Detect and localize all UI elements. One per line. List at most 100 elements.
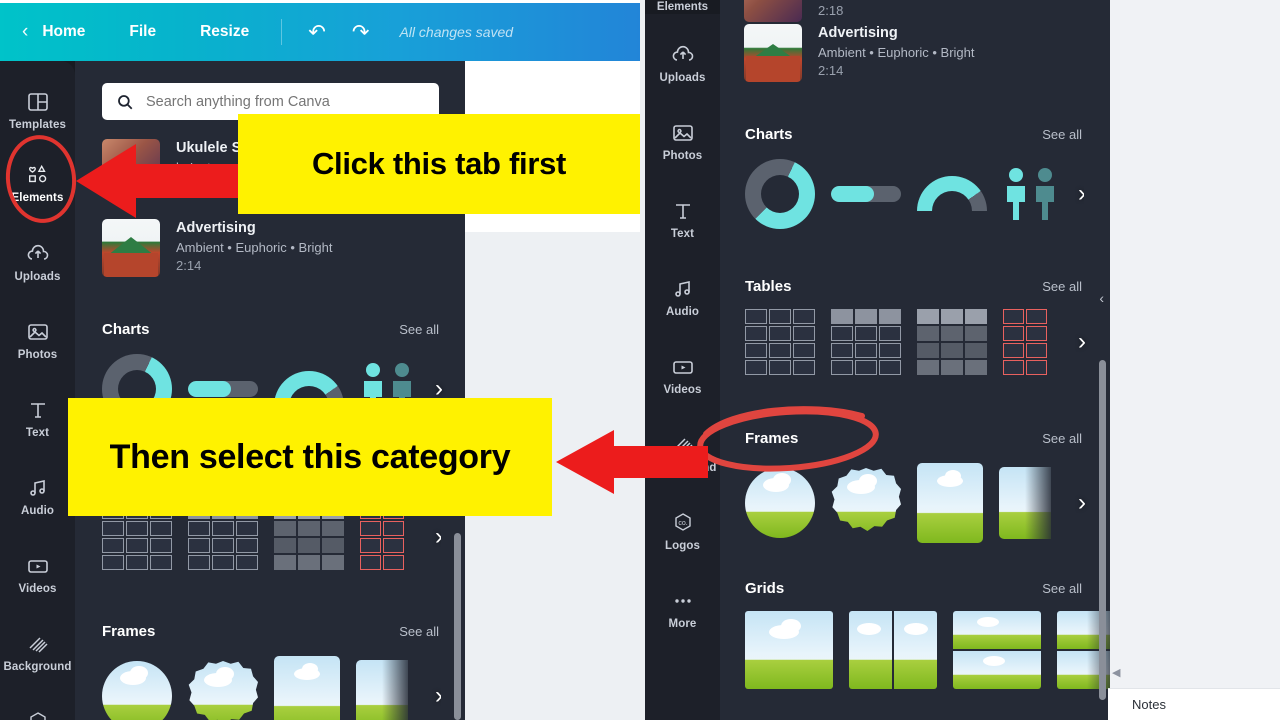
panel-scrollbar[interactable]	[1099, 360, 1106, 700]
sidebar-item-label: Uploads	[659, 72, 706, 84]
audio-duration: 2:14	[176, 258, 202, 273]
callout-then-select-this-category: Then select this category	[68, 398, 552, 516]
redo-icon[interactable]: ↷	[352, 20, 370, 45]
sidebar-item-label: Templates	[9, 119, 66, 131]
callout-text: Click this tab first	[311, 146, 567, 181]
right-sidebar-item-logos[interactable]: co. Logos	[645, 492, 720, 571]
file-menu-button[interactable]: File	[129, 23, 156, 41]
section-frames: Frames See all ›	[102, 623, 443, 720]
chart-thumb-bar[interactable]	[831, 186, 901, 202]
right-sidebar-item-more[interactable]: More	[645, 570, 720, 649]
person-icon	[1036, 168, 1054, 220]
audio-subtitle: Ambient • Euphoric • Bright	[176, 240, 333, 255]
table-thumb[interactable]	[917, 309, 987, 375]
logos-co-icon: co.	[29, 712, 46, 720]
sidebar-item-label: More	[668, 618, 697, 630]
audio-result-row[interactable]: Ukulele S lo Instru 2:18	[744, 0, 883, 22]
table-thumb[interactable]	[831, 309, 901, 375]
right-sidebar-item-uploads[interactable]: Uploads	[645, 24, 720, 103]
videos-play-icon	[27, 560, 48, 573]
chart-thumb-bar[interactable]	[188, 381, 258, 397]
audio-note-icon	[29, 480, 45, 496]
frame-thumb-circle[interactable]	[745, 468, 815, 538]
save-status: All changes saved	[399, 24, 514, 40]
sidebar-item-background[interactable]: Background	[0, 613, 75, 692]
background-hatch-icon	[28, 637, 48, 653]
sidebar-item-videos[interactable]: Videos	[0, 535, 75, 614]
photos-image-icon	[27, 324, 48, 340]
sidebar-item-label: Photos	[17, 349, 58, 361]
grid-thumb-2[interactable]	[849, 611, 937, 689]
sidebar-item-uploads[interactable]: Uploads	[0, 223, 75, 302]
frame-thumb-rect[interactable]	[917, 463, 983, 543]
text-t-icon	[30, 403, 45, 418]
chart-thumb-pictogram[interactable]	[1003, 167, 1058, 221]
panel-scrollbar[interactable]	[454, 533, 461, 720]
templates-icon	[27, 93, 48, 111]
notes-collapse-icon[interactable]: ◀	[1112, 666, 1120, 679]
table-thumb[interactable]	[745, 309, 815, 375]
search-icon	[118, 94, 133, 109]
callout-click-this-tab-first: Click this tab first	[238, 114, 640, 214]
search-input[interactable]	[146, 93, 416, 110]
see-all-link[interactable]: See all	[399, 322, 439, 337]
section-grids: Grids See all	[745, 580, 1110, 689]
svg-text:co.: co.	[678, 520, 687, 527]
audio-result-row[interactable]: Advertising Ambient • Euphoric • Bright …	[102, 219, 333, 277]
frame-thumb-scallop[interactable]	[831, 468, 901, 531]
frame-thumb-circle[interactable]	[102, 661, 172, 720]
uploads-cloud-icon	[672, 45, 693, 61]
uploads-cloud-icon	[27, 244, 48, 260]
audio-duration: 2:18	[818, 3, 844, 18]
section-title: Frames	[102, 623, 156, 640]
chart-thumb-gauge[interactable]	[917, 176, 987, 212]
chevron-right-icon[interactable]: ›	[1078, 489, 1086, 517]
see-all-link[interactable]: See all	[1042, 431, 1082, 446]
panel-edge	[1084, 0, 1110, 300]
audio-thumbnail	[744, 0, 802, 22]
callout-text: Then select this category	[109, 437, 511, 476]
table-thumb[interactable]	[1003, 309, 1047, 375]
editor-topbar: ‹ Home File Resize ↶ ↷ All changes saved	[0, 3, 640, 61]
panel-collapse-button[interactable]: ‹	[1099, 290, 1104, 306]
right-sidebar-item-photos[interactable]: Photos	[645, 102, 720, 181]
red-arrow-left-icon	[76, 144, 250, 218]
section-title: Grids	[745, 580, 785, 597]
right-sidebar-item-audio[interactable]: Audio	[645, 258, 720, 337]
right-sidebar-item-elements-label[interactable]: Elements	[645, 0, 720, 14]
see-all-link[interactable]: See all	[399, 624, 439, 639]
see-all-link[interactable]: See all	[1042, 279, 1082, 294]
sidebar-item-photos[interactable]: Photos	[0, 301, 75, 380]
person-icon	[1007, 168, 1025, 220]
section-tables: Tables See all ›	[745, 278, 1086, 375]
inner-editor-screenshot: ‹ Home File Resize ↶ ↷ All changes saved…	[0, 0, 640, 720]
section-charts: Charts See all ›	[745, 126, 1086, 229]
audio-result-row[interactable]: Advertising Ambient • Euphoric • Bright …	[744, 24, 975, 82]
grid-thumb-1[interactable]	[745, 611, 833, 689]
sidebar-item-label: Photos	[662, 150, 703, 162]
home-button[interactable]: Home	[42, 23, 85, 41]
right-sidebar-item-text[interactable]: Text	[645, 180, 720, 259]
notes-bar[interactable]: Notes	[1108, 688, 1280, 720]
audio-thumbnail	[744, 24, 802, 82]
chart-thumb-donut[interactable]	[745, 159, 815, 229]
frame-thumb-rect[interactable]	[274, 656, 340, 720]
frame-thumb-partial[interactable]	[356, 660, 408, 720]
resize-button[interactable]: Resize	[200, 23, 249, 41]
see-all-link[interactable]: See all	[1042, 581, 1082, 596]
sidebar-item-label: Uploads	[14, 271, 61, 283]
frame-thumb-partial[interactable]	[999, 467, 1051, 539]
frame-thumb-scallop[interactable]	[188, 661, 258, 720]
see-all-link[interactable]: See all	[1042, 127, 1082, 142]
audio-duration: 2:14	[818, 63, 844, 78]
sidebar-item-logos[interactable]: co. Logos	[0, 691, 75, 720]
sidebar-item-audio[interactable]: Audio	[0, 457, 75, 536]
chevron-right-icon[interactable]: ›	[1078, 328, 1086, 356]
red-arrow-right-icon	[556, 430, 708, 494]
back-chevron-icon[interactable]: ‹	[22, 21, 28, 43]
undo-icon[interactable]: ↶	[308, 20, 326, 45]
audio-subtitle: Ambient • Euphoric • Bright	[818, 45, 975, 60]
sidebar-item-text[interactable]: Text	[0, 379, 75, 458]
sidebar-item-label: Background	[3, 661, 72, 673]
grid-thumb-3[interactable]	[953, 611, 1041, 689]
